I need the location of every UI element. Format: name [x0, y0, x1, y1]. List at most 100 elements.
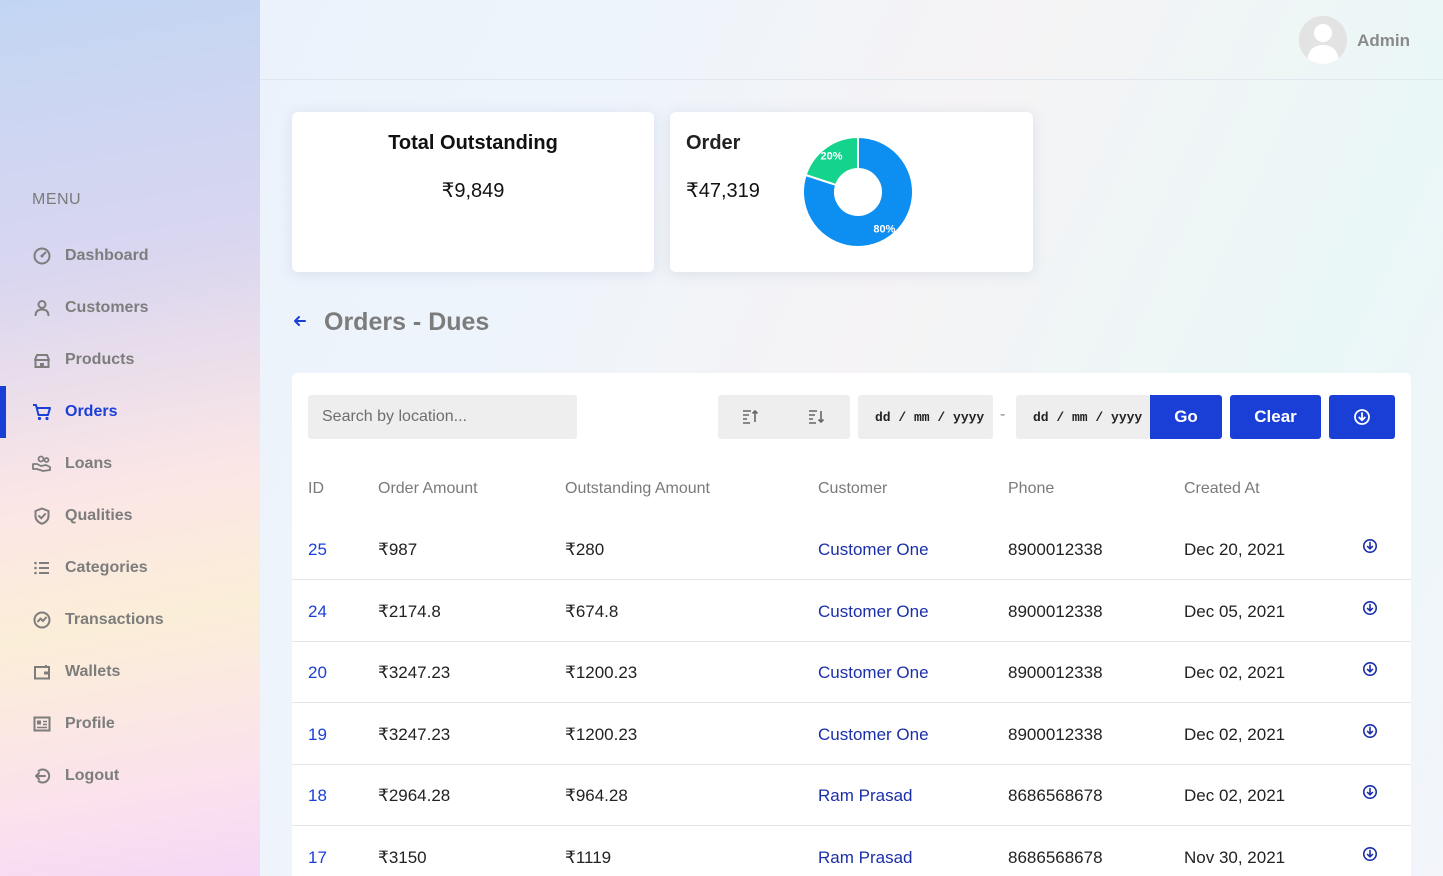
- user-name[interactable]: Admin: [1357, 31, 1410, 51]
- row-download-icon[interactable]: [1362, 661, 1378, 677]
- phone-cell: 8900012338: [1008, 725, 1103, 744]
- outstanding-amount-cell: ₹674.8: [565, 602, 619, 621]
- sidebar-item-label: Dashboard: [65, 247, 149, 264]
- phone-cell: 8900012338: [1008, 602, 1103, 621]
- row-download-icon[interactable]: [1362, 784, 1378, 800]
- outstanding-amount-cell: ₹964.28: [565, 786, 628, 805]
- created-at-cell: Dec 02, 2021: [1184, 663, 1286, 682]
- go-button[interactable]: Go: [1150, 395, 1222, 439]
- sidebar-item-categories[interactable]: Categories: [0, 542, 260, 594]
- card-title: Order: [686, 132, 741, 154]
- row-download-icon[interactable]: [1362, 846, 1378, 862]
- hand-coins-icon: [32, 454, 52, 474]
- order-amount-cell: ₹2964.28: [378, 786, 451, 805]
- total-outstanding-card: Total Outstanding ₹9,849: [292, 112, 654, 272]
- phone-cell: 8900012338: [1008, 663, 1103, 682]
- sidebar-item-orders[interactable]: Orders: [0, 386, 260, 438]
- order-id-link[interactable]: 19: [308, 725, 327, 745]
- sort-descending-icon[interactable]: [807, 407, 827, 427]
- order-amount-cell: ₹987: [378, 540, 418, 559]
- order-id-link[interactable]: 25: [308, 540, 327, 560]
- table-row[interactable]: 17 ₹3150 ₹1119 Ram Prasad 8686568678 Nov 30, …: [292, 826, 1411, 876]
- sidebar-item-label: Products: [65, 351, 135, 368]
- created-at-cell: Dec 02, 2021: [1184, 725, 1286, 744]
- gauge-icon: [32, 246, 52, 266]
- date-from-input[interactable]: dd / mm / yyyy: [858, 395, 993, 439]
- order-id-link[interactable]: 18: [308, 786, 327, 806]
- sidebar-item-loans[interactable]: Loans: [0, 438, 260, 490]
- customer-link[interactable]: Ram Prasad: [818, 786, 912, 806]
- table-row[interactable]: 24 ₹2174.8 ₹674.8 Customer One 8900012338 Dec…: [292, 580, 1411, 642]
- customer-link[interactable]: Customer One: [818, 725, 929, 745]
- order-id-link[interactable]: 24: [308, 602, 327, 622]
- card-value: ₹9,849: [441, 180, 505, 202]
- customer-link[interactable]: Customer One: [818, 540, 929, 560]
- sort-button-group: [718, 395, 850, 439]
- sidebar-item-logout[interactable]: Logout: [0, 750, 260, 802]
- table-row[interactable]: 25 ₹987 ₹280 Customer One 8900012338 Dec 20, …: [292, 518, 1411, 580]
- column-header-id: ID: [308, 480, 324, 497]
- orders-table-panel: dd / mm / yyyy - dd / mm / yyyy Go Clear…: [292, 373, 1411, 876]
- sidebar-item-dashboard[interactable]: Dashboard: [0, 230, 260, 282]
- clear-button[interactable]: Clear: [1230, 395, 1321, 439]
- phone-cell: 8686568678: [1008, 848, 1103, 867]
- store-icon: [32, 350, 52, 370]
- row-download-icon[interactable]: [1362, 538, 1378, 554]
- menu-title: MENU: [32, 191, 82, 208]
- column-header-customer: Customer: [818, 480, 888, 497]
- order-id-link[interactable]: 17: [308, 848, 327, 868]
- created-at-cell: Dec 20, 2021: [1184, 540, 1286, 559]
- outstanding-amount-cell: ₹1119: [565, 848, 612, 867]
- card-title: Total Outstanding: [388, 132, 558, 154]
- sidebar-item-label: Loans: [65, 455, 113, 472]
- sidebar-item-transactions[interactable]: Transactions: [0, 594, 260, 646]
- row-download-icon[interactable]: [1362, 723, 1378, 739]
- card-value: ₹47,319: [686, 180, 760, 202]
- sidebar: MENU Dashboard Customers Products Orders…: [0, 0, 260, 876]
- id-card-icon: [32, 714, 52, 734]
- date-to-input[interactable]: dd / mm / yyyy: [1016, 395, 1150, 439]
- donut-slice-label: 20%: [821, 151, 843, 163]
- order-donut-chart: 80% 20%: [802, 135, 914, 248]
- sidebar-item-profile[interactable]: Profile: [0, 698, 260, 750]
- outstanding-amount-cell: ₹280: [565, 540, 605, 559]
- sidebar-item-label: Logout: [65, 767, 120, 784]
- customer-link[interactable]: Ram Prasad: [818, 848, 912, 868]
- back-arrow-icon[interactable]: [292, 312, 310, 330]
- date-separator: -: [1000, 406, 1006, 423]
- logout-icon: [32, 766, 52, 786]
- wallet-icon: [32, 662, 52, 682]
- table-row[interactable]: 20 ₹3247.23 ₹1200.23 Customer One 8900012338…: [292, 641, 1411, 703]
- order-amount-cell: ₹2174.8: [378, 602, 441, 621]
- order-card: Order ₹47,319 80% 20%: [670, 112, 1033, 272]
- sidebar-item-customers[interactable]: Customers: [0, 282, 260, 334]
- sidebar-item-qualities[interactable]: Qualities: [0, 490, 260, 542]
- created-at-cell: Dec 05, 2021: [1184, 602, 1286, 621]
- row-download-icon[interactable]: [1362, 600, 1378, 616]
- sidebar-item-wallets[interactable]: Wallets: [0, 646, 260, 698]
- sidebar-item-products[interactable]: Products: [0, 334, 260, 386]
- search-input[interactable]: [308, 395, 577, 439]
- outstanding-amount-cell: ₹1200.23: [565, 725, 638, 744]
- order-amount-cell: ₹3247.23: [378, 725, 451, 744]
- order-amount-cell: ₹3247.23: [378, 663, 451, 682]
- column-header-order-amount: Order Amount: [378, 480, 478, 497]
- customer-link[interactable]: Customer One: [818, 663, 929, 683]
- chart-circle-icon: [32, 610, 52, 630]
- sort-ascending-icon[interactable]: [741, 407, 761, 427]
- table-row[interactable]: 19 ₹3247.23 ₹1200.23 Customer One 8900012338…: [292, 703, 1411, 765]
- download-button[interactable]: [1329, 395, 1395, 439]
- order-id-link[interactable]: 20: [308, 663, 327, 683]
- created-at-cell: Nov 30, 2021: [1184, 848, 1286, 867]
- created-at-cell: Dec 02, 2021: [1184, 786, 1286, 805]
- phone-cell: 8686568678: [1008, 786, 1103, 805]
- customer-link[interactable]: Customer One: [818, 602, 929, 622]
- sidebar-item-label: Categories: [65, 559, 148, 576]
- user-icon: [32, 298, 52, 318]
- sidebar-item-label: Profile: [65, 715, 115, 732]
- avatar[interactable]: [1299, 16, 1347, 64]
- outstanding-amount-cell: ₹1200.23: [565, 663, 638, 682]
- sidebar-item-label: Customers: [65, 299, 149, 316]
- table-row[interactable]: 18 ₹2964.28 ₹964.28 Ram Prasad 8686568678 Dec…: [292, 764, 1411, 826]
- sidebar-item-label: Orders: [65, 403, 118, 420]
